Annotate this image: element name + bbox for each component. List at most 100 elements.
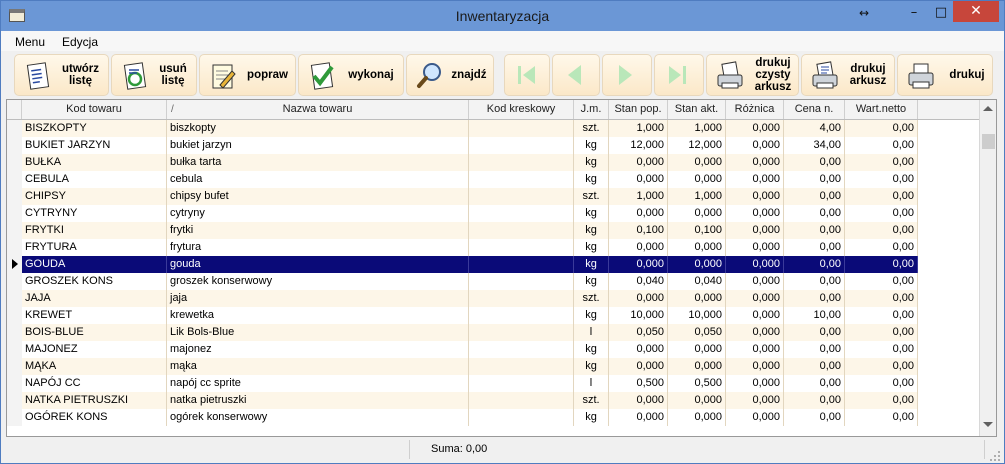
cell-stan-akt[interactable]: 10,000	[668, 307, 726, 324]
cell-nazwa-towaru[interactable]: bułka tarta	[167, 154, 469, 171]
cell-kod-towaru[interactable]: CHIPSY	[22, 188, 167, 205]
cell-wart-netto[interactable]: 0,00	[845, 290, 918, 307]
cell-roznica[interactable]: 0,000	[726, 171, 784, 188]
cell-kod-towaru[interactable]: FRYTURA	[22, 239, 167, 256]
cell-stan-pop[interactable]: 0,500	[609, 375, 668, 392]
row-indicator[interactable]	[7, 222, 22, 239]
cell-kod-kreskowy[interactable]	[469, 273, 574, 290]
cell-wart-netto[interactable]: 0,00	[845, 324, 918, 341]
cell-kod-towaru[interactable]: NAPÓJ CC	[22, 375, 167, 392]
cell-wart-netto[interactable]: 0,00	[845, 341, 918, 358]
resize-grip-icon[interactable]	[989, 450, 1001, 462]
cell-stan-pop[interactable]: 0,000	[609, 409, 668, 426]
cell-roznica[interactable]: 0,000	[726, 137, 784, 154]
table-row[interactable]: OGÓREK KONS ogórek konserwowy kg 0,000 0,000…	[7, 409, 918, 426]
first-record-button[interactable]	[504, 54, 550, 96]
cell-stan-pop[interactable]: 1,000	[609, 188, 668, 205]
cell-stan-pop[interactable]: 1,000	[609, 120, 668, 137]
cell-cena-n[interactable]: 0,00	[784, 171, 845, 188]
row-indicator[interactable]	[7, 375, 22, 392]
cell-roznica[interactable]: 0,000	[726, 188, 784, 205]
cell-stan-akt[interactable]: 0,100	[668, 222, 726, 239]
cell-jm[interactable]: kg	[574, 205, 609, 222]
cell-wart-netto[interactable]: 0,00	[845, 239, 918, 256]
cell-jm[interactable]: kg	[574, 307, 609, 324]
cell-nazwa-towaru[interactable]: biszkopty	[167, 120, 469, 137]
scroll-thumb[interactable]	[982, 134, 995, 149]
cell-stan-akt[interactable]: 0,000	[668, 256, 726, 273]
cell-kod-kreskowy[interactable]	[469, 307, 574, 324]
cell-roznica[interactable]: 0,000	[726, 239, 784, 256]
cell-cena-n[interactable]: 0,00	[784, 154, 845, 171]
cell-kod-kreskowy[interactable]	[469, 409, 574, 426]
cell-nazwa-towaru[interactable]: natka pietruszki	[167, 392, 469, 409]
print-blank-sheet-button[interactable]: drukuj czysty arkusz	[706, 54, 799, 96]
header-stan-pop[interactable]: Stan pop.	[609, 100, 668, 119]
minimize-button[interactable]: –	[903, 5, 925, 23]
row-indicator[interactable]	[7, 307, 22, 324]
cell-cena-n[interactable]: 0,00	[784, 409, 845, 426]
cell-jm[interactable]: szt.	[574, 290, 609, 307]
cell-stan-akt[interactable]: 0,000	[668, 290, 726, 307]
table-row[interactable]: BISZKOPTY biszkopty szt. 1,000 1,000 0,000 4,0…	[7, 120, 918, 137]
cell-kod-kreskowy[interactable]	[469, 120, 574, 137]
row-indicator[interactable]	[7, 341, 22, 358]
row-indicator[interactable]	[7, 120, 22, 137]
cell-roznica[interactable]: 0,000	[726, 256, 784, 273]
table-row[interactable]: BOIS-BLUE Lik Bols-Blue l 0,050 0,050 0,000 0,…	[7, 324, 918, 341]
cell-kod-kreskowy[interactable]	[469, 358, 574, 375]
cell-stan-akt[interactable]: 0,000	[668, 205, 726, 222]
cell-kod-kreskowy[interactable]	[469, 256, 574, 273]
cell-kod-kreskowy[interactable]	[469, 205, 574, 222]
cell-wart-netto[interactable]: 0,00	[845, 154, 918, 171]
cell-roznica[interactable]: 0,000	[726, 409, 784, 426]
cell-jm[interactable]: kg	[574, 171, 609, 188]
cell-stan-pop[interactable]: 0,000	[609, 205, 668, 222]
cell-stan-akt[interactable]: 1,000	[668, 120, 726, 137]
cell-cena-n[interactable]: 34,00	[784, 137, 845, 154]
cell-wart-netto[interactable]: 0,00	[845, 171, 918, 188]
cell-stan-pop[interactable]: 10,000	[609, 307, 668, 324]
cell-stan-akt[interactable]: 0,040	[668, 273, 726, 290]
row-indicator[interactable]	[7, 290, 22, 307]
cell-cena-n[interactable]: 0,00	[784, 273, 845, 290]
cell-stan-pop[interactable]: 0,000	[609, 154, 668, 171]
table-row[interactable]: CYTRYNY cytryny kg 0,000 0,000 0,000 0,00 0,00	[7, 205, 918, 222]
cell-kod-towaru[interactable]: BUKIET JARZYN	[22, 137, 167, 154]
cell-nazwa-towaru[interactable]: gouda	[167, 256, 469, 273]
header-jm[interactable]: J.m.	[574, 100, 609, 119]
cell-stan-pop[interactable]: 0,040	[609, 273, 668, 290]
cell-stan-pop[interactable]: 0,000	[609, 171, 668, 188]
cell-nazwa-towaru[interactable]: chipsy bufet	[167, 188, 469, 205]
cell-stan-pop[interactable]: 0,050	[609, 324, 668, 341]
cell-jm[interactable]: kg	[574, 409, 609, 426]
cell-kod-towaru[interactable]: GOUDA	[22, 256, 167, 273]
cell-wart-netto[interactable]: 0,00	[845, 409, 918, 426]
cell-stan-akt[interactable]: 0,000	[668, 341, 726, 358]
cell-stan-pop[interactable]: 0,100	[609, 222, 668, 239]
cell-kod-towaru[interactable]: CEBULA	[22, 171, 167, 188]
cell-nazwa-towaru[interactable]: jaja	[167, 290, 469, 307]
cell-kod-kreskowy[interactable]	[469, 392, 574, 409]
cell-stan-akt[interactable]: 0,500	[668, 375, 726, 392]
cell-stan-pop[interactable]: 0,000	[609, 239, 668, 256]
cell-kod-towaru[interactable]: BISZKOPTY	[22, 120, 167, 137]
cell-nazwa-towaru[interactable]: frytki	[167, 222, 469, 239]
table-row[interactable]: BUŁKA bułka tarta kg 0,000 0,000 0,000 0,00 0,0…	[7, 154, 918, 171]
find-button[interactable]: znajdź	[406, 54, 494, 96]
cell-cena-n[interactable]: 10,00	[784, 307, 845, 324]
cell-jm[interactable]: kg	[574, 154, 609, 171]
cell-kod-towaru[interactable]: GROSZEK KONS	[22, 273, 167, 290]
cell-wart-netto[interactable]: 0,00	[845, 358, 918, 375]
execute-button[interactable]: wykonaj	[298, 54, 404, 96]
cell-jm[interactable]: kg	[574, 239, 609, 256]
cell-nazwa-towaru[interactable]: bukiet jarzyn	[167, 137, 469, 154]
menu-item-edycja[interactable]: Edycja	[62, 35, 98, 49]
cell-roznica[interactable]: 0,000	[726, 290, 784, 307]
cell-nazwa-towaru[interactable]: cebula	[167, 171, 469, 188]
create-list-button[interactable]: utwórz listę	[14, 54, 109, 96]
close-button[interactable]: ✕	[953, 1, 999, 22]
row-indicator[interactable]	[7, 409, 22, 426]
cell-nazwa-towaru[interactable]: cytryny	[167, 205, 469, 222]
cell-stan-akt[interactable]: 0,000	[668, 239, 726, 256]
